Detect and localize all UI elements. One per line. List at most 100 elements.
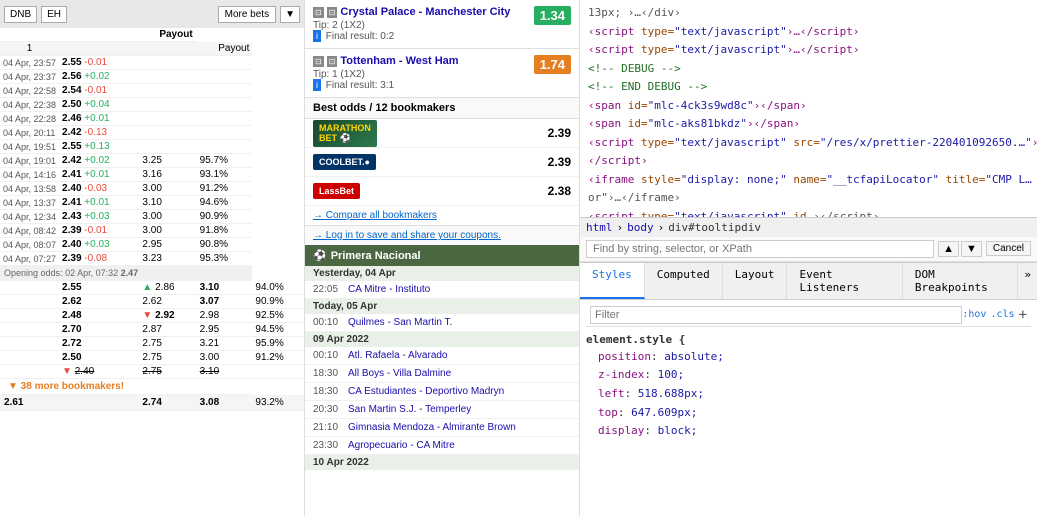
date-cell: 04 Apr, 22:28: [0, 112, 59, 126]
devtools-search-input[interactable]: [586, 240, 934, 258]
html-line: ‹script type="text/javascript"›…‹/script…: [584, 23, 1033, 42]
final-result-2: i Final result: 3:1: [313, 80, 534, 91]
fixture-row-yesterday-1[interactable]: 22:05 CA Mitre - Instituto: [305, 281, 579, 299]
more-bookmakers-label: ▼ 38 more bookmakers!: [4, 379, 128, 394]
odds-value: 2.41: [62, 197, 81, 208]
html-line: ‹span id="mlc-aks81bkdz"›‹/span›: [584, 115, 1033, 134]
prop-name: left: [598, 387, 625, 400]
odds-value: 2.56: [62, 71, 81, 82]
fixture-row-09-3[interactable]: 18:30CA Estudiantes - Deportivo Madryn: [305, 383, 579, 401]
dropdown-arrow-button[interactable]: ▼: [280, 6, 300, 23]
breadcrumb-html[interactable]: html: [586, 221, 613, 234]
bookmaker-odds-2: 2.39: [548, 155, 571, 169]
fixture-row-09-4[interactable]: 20:30San Martin S.J. - Temperley: [305, 401, 579, 419]
fixture-row-09-2[interactable]: 18:30All Boys - Villa Dalmine: [305, 365, 579, 383]
style-prop-1[interactable]: position: absolute;: [586, 348, 1031, 367]
bookmaker-odds-3: 2.38: [548, 184, 571, 198]
style-prop-2[interactable]: z-index: 100;: [586, 366, 1031, 385]
dnb-button[interactable]: DNB: [4, 6, 37, 23]
html-line: ‹script type="text/javascript"›…‹/script…: [584, 41, 1033, 60]
prop-name: z-index: [598, 368, 644, 381]
info-icon-1: i: [313, 30, 321, 42]
date-sep-1: Yesterday, 04 Apr: [305, 266, 579, 281]
odds-badge-1: 1.34: [534, 6, 571, 25]
opening-odds-row: Opening odds: 02 Apr, 07:32 2.47: [0, 266, 252, 281]
tab-more-button[interactable]: »: [1018, 263, 1037, 299]
breadcrumb-body[interactable]: body: [627, 221, 654, 234]
add-style-button[interactable]: +: [1019, 307, 1027, 323]
tab-layout[interactable]: Layout: [723, 263, 788, 299]
nav-down-button[interactable]: ▼: [961, 241, 982, 257]
odds-change: +0.01: [84, 113, 109, 124]
odds-value: 2.40: [62, 239, 81, 250]
style-prop-5[interactable]: display: block;: [586, 422, 1031, 441]
fixture-teams: Atl. Rafaela - Alvarado: [348, 350, 571, 361]
date-cell: 04 Apr, 08:42: [0, 224, 59, 238]
devtools-search-bar: ▲ ▼ Cancel: [580, 237, 1037, 262]
hov-button[interactable]: :hov: [962, 309, 986, 320]
style-prop-4[interactable]: top: 647.609px;: [586, 404, 1031, 423]
breadcrumb-div[interactable]: div#tooltipdiv: [668, 221, 761, 234]
nav-up-button[interactable]: ▲: [938, 241, 959, 257]
league-header: ⚽ Primera Nacional: [305, 245, 579, 266]
fixture-teams: CA Estudiantes - Deportivo Madryn: [348, 386, 571, 397]
date-cell: 04 Apr, 23:57: [0, 56, 59, 70]
info-icon-2: i: [313, 79, 321, 91]
cls-button[interactable]: .cls: [990, 309, 1014, 320]
prop-name: top: [598, 406, 618, 419]
html-line: <!-- DEBUG -->: [584, 60, 1033, 79]
fixture-teams: Gimnasia Mendoza - Almirante Brown: [348, 422, 571, 433]
fixture-row-09-5[interactable]: 21:10Gimnasia Mendoza - Almirante Brown: [305, 419, 579, 437]
best-odds-header: Best odds / 12 bookmakers: [305, 98, 579, 119]
devtools-breadcrumb: html › body › div#tooltipdiv: [580, 217, 1037, 237]
date-cell: 04 Apr, 20:11: [0, 126, 59, 140]
odds-value: 2.42: [62, 155, 81, 166]
odds-value: 2.46: [62, 113, 81, 124]
date-cell: 04 Apr, 08:07: [0, 238, 59, 252]
fixture-time: 23:30: [313, 440, 348, 451]
tab-dom-breakpoints[interactable]: DOM Breakpoints: [903, 263, 1018, 299]
match-title-2[interactable]: Tottenham - West Ham: [340, 55, 458, 67]
fixture-teams: Quilmes - San Martin T.: [348, 317, 571, 328]
more-bookmakers-row[interactable]: ▼ 38 more bookmakers!: [0, 379, 252, 395]
fixture-time: 21:10: [313, 422, 348, 433]
date-cell: 04 Apr, 19:01: [0, 154, 59, 168]
bookmaker-row-1[interactable]: MARATHONBET ⚽ 2.39: [305, 119, 579, 148]
fixture-row-09-6[interactable]: 23:30Agropecuario - CA Mitre: [305, 437, 579, 455]
prop-val: block;: [658, 424, 698, 437]
match-icon-3: ⊡: [313, 56, 324, 67]
date-cell: 04 Apr, 13:58: [0, 182, 59, 196]
more-bets-button[interactable]: More bets: [218, 6, 276, 23]
style-rule-element: element.style { position: absolute; z-in…: [586, 333, 1031, 441]
tab-styles[interactable]: Styles: [580, 263, 645, 299]
odds-value: 2.39: [62, 253, 81, 264]
login-save-link[interactable]: → Log in to save and share your coupons.: [305, 225, 579, 245]
date-sep-2: Today, 05 Apr: [305, 299, 579, 314]
styles-filter-bar: :hov .cls +: [586, 304, 1031, 327]
odds-value: 2.40: [62, 183, 81, 194]
date-cell: 04 Apr, 23:37: [0, 70, 59, 84]
html-line: ‹iframe style="display: none;" name="__t…: [584, 171, 1033, 190]
date-sep-3: 09 Apr 2022: [305, 332, 579, 347]
match-title-1[interactable]: Crystal Palace - Manchester City: [340, 6, 510, 18]
bookmaker-row-2[interactable]: COOLBET.● 2.39: [305, 148, 579, 177]
html-line: <!-- END DEBUG -->: [584, 78, 1033, 97]
fixture-row-today-1[interactable]: 00:10 Quilmes - San Martin T.: [305, 314, 579, 332]
cancel-search-button[interactable]: Cancel: [986, 241, 1031, 256]
odds-badge-2: 1.74: [534, 55, 571, 74]
compare-all-link[interactable]: → Compare all bookmakers: [305, 206, 579, 225]
odds-value: 2.55: [62, 57, 81, 68]
odds-value: 2.55: [62, 141, 81, 152]
style-prop-3[interactable]: left: 518.688px;: [586, 385, 1031, 404]
bookmaker-row-3[interactable]: LassBet 2.38: [305, 177, 579, 206]
eh-button[interactable]: EH: [41, 6, 67, 23]
prop-val: 100;: [658, 368, 685, 381]
odds-value: 2.54: [62, 85, 81, 96]
tab-computed[interactable]: Computed: [645, 263, 723, 299]
odds-table: Payout 1 Payout 04 Apr, 23:572.55 -0.01 …: [0, 28, 304, 411]
lasbet-logo: LassBet: [313, 181, 548, 201]
fixture-row-09-1[interactable]: 00:10Atl. Rafaela - Alvarado: [305, 347, 579, 365]
style-selector: element.style {: [586, 333, 1031, 346]
tab-event-listeners[interactable]: Event Listeners: [787, 263, 902, 299]
styles-filter-input[interactable]: [590, 306, 962, 324]
